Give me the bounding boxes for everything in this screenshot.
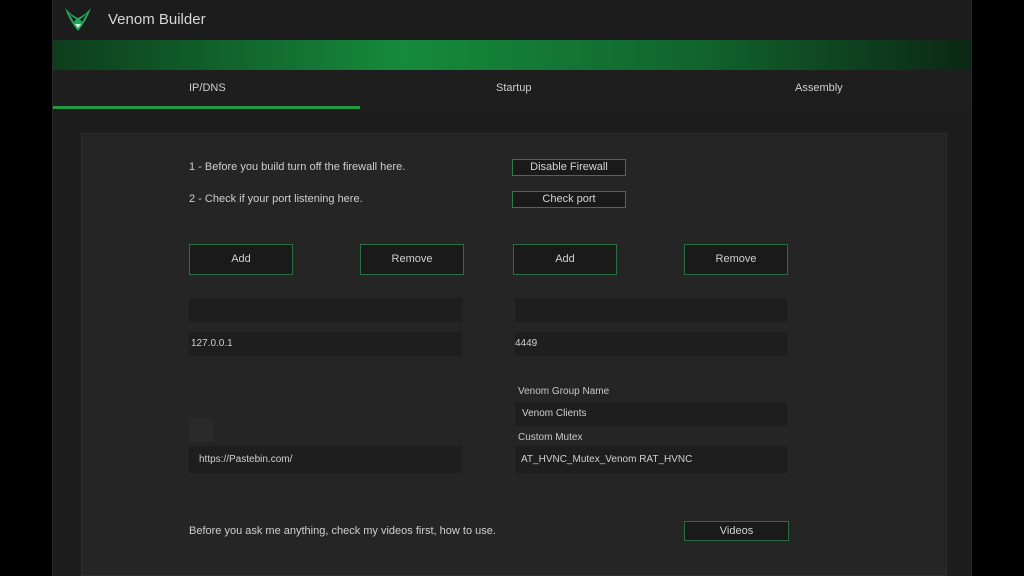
group-name-label: Venom Group Name [518,386,610,397]
title-bar: Venom Builder [53,0,971,40]
disable-firewall-button[interactable]: Disable Firewall [512,159,626,176]
ip-dns-panel: 1 - Before you build turn off the firewa… [81,133,947,576]
videos-hint: Before you ask me anything, check my vid… [189,525,496,537]
header-banner [53,40,971,70]
tab-assembly[interactable]: Assembly [795,82,843,94]
tab-startup[interactable]: Startup [496,82,531,94]
port-input[interactable] [515,298,787,322]
add-port-button[interactable]: Add [513,244,617,275]
group-name-input[interactable]: Venom Clients [515,402,787,426]
tab-ip-dns[interactable]: IP/DNS [189,82,226,94]
videos-button[interactable]: Videos [684,521,789,541]
builder-window: Venom Builder IP/DNS Startup Assembly 1 … [52,0,972,576]
custom-mutex-input[interactable]: AT_HVNC_Mutex_Venom RAT_HVNC [515,446,787,473]
tab-bar: IP/DNS Startup Assembly [53,70,971,110]
custom-mutex-label: Custom Mutex [518,432,583,443]
host-input[interactable] [189,298,462,322]
port-list-item[interactable]: 4449 [515,332,787,356]
pastebin-checkbox[interactable] [189,418,213,442]
firewall-instruction: 1 - Before you build turn off the firewa… [189,161,406,173]
port-instruction: 2 - Check if your port listening here. [189,193,363,205]
tab-active-indicator [53,106,360,109]
pastebin-input[interactable]: https://Pastebin.com/ [189,446,462,473]
remove-host-button[interactable]: Remove [360,244,464,275]
app-title: Venom Builder [108,11,206,28]
host-list-item[interactable]: 127.0.0.1 [189,332,462,356]
check-port-button[interactable]: Check port [512,191,626,208]
venom-logo-icon [65,8,91,31]
add-host-button[interactable]: Add [189,244,293,275]
remove-port-button[interactable]: Remove [684,244,788,275]
